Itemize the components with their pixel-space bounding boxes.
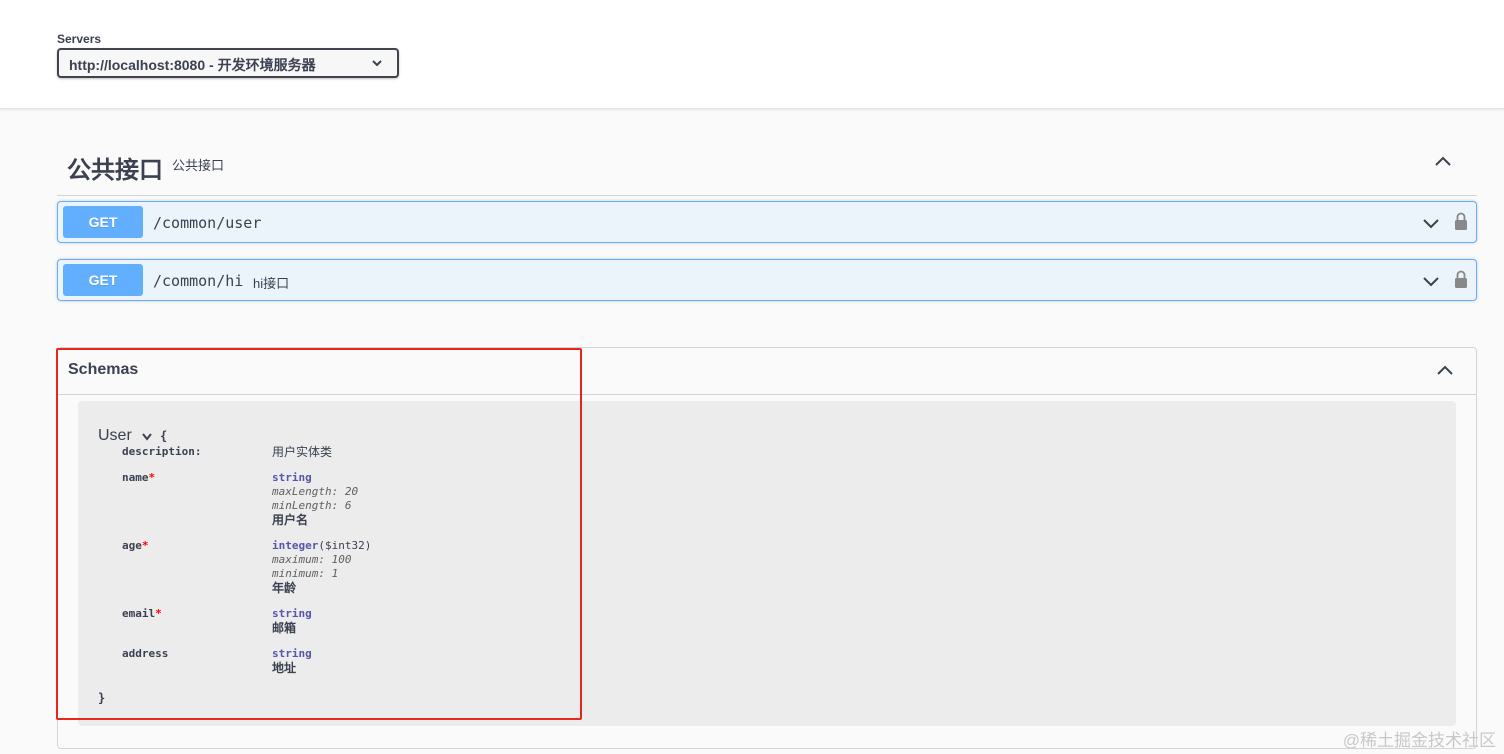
property-value: string 邮箱 <box>272 607 312 635</box>
schemas-section: Schemas User { description: 用户实体类 name* … <box>57 347 1477 749</box>
chevron-down-icon[interactable] <box>1422 274 1440 288</box>
required-marker: * <box>141 539 149 552</box>
property-name: email* <box>122 607 162 620</box>
property-constraint: maximum: 100 <box>272 553 352 566</box>
property-description: 年龄 <box>272 581 297 595</box>
property-description: 用户名 <box>272 513 309 527</box>
property-type: string <box>272 647 312 660</box>
tag-section-header[interactable]: 公共接口 公共接口 <box>57 130 1477 196</box>
property-name: address <box>122 647 169 660</box>
schemas-header[interactable]: Schemas <box>58 348 1476 395</box>
property-value: integer($int32) maximum: 100 minimum: 1 … <box>272 539 371 595</box>
chevron-down-icon <box>372 60 382 67</box>
property-constraint: maxLength: 20 <box>272 485 359 498</box>
property-constraint: minimum: 1 <box>272 567 339 580</box>
property-type: string <box>272 607 312 620</box>
open-brace: { <box>160 429 168 443</box>
model-description: 用户实体类 <box>272 445 333 459</box>
chevron-down-icon[interactable] <box>1422 216 1440 230</box>
property-value: string 地址 <box>272 647 312 675</box>
property-name: age* <box>122 539 149 552</box>
chevron-down-icon[interactable] <box>141 432 153 442</box>
property-type: integer <box>272 539 319 552</box>
operation-path: /common/user <box>153 214 262 232</box>
chevron-up-icon[interactable] <box>1434 154 1452 168</box>
property-name: name* <box>122 471 156 484</box>
operation-get-common-user[interactable]: GET /common/user <box>57 201 1477 243</box>
chevron-up-icon[interactable] <box>1436 363 1454 377</box>
lock-icon[interactable] <box>1454 212 1468 231</box>
tag-description: 公共接口 <box>172 158 225 173</box>
close-brace: } <box>98 691 106 705</box>
required-marker: * <box>148 471 156 484</box>
watermark: @稀土掘金技术社区 <box>1342 731 1496 750</box>
operation-summary: hi接口 <box>253 276 290 291</box>
method-badge: GET <box>63 206 143 238</box>
operation-path: /common/hi <box>153 272 244 290</box>
property-description: 地址 <box>272 661 297 675</box>
description-label: description: <box>122 445 202 458</box>
schemas-title: Schemas <box>68 361 139 378</box>
method-badge: GET <box>63 264 143 296</box>
lock-icon[interactable] <box>1454 270 1468 289</box>
property-value: string maxLength: 20 minLength: 6 用户名 <box>272 471 358 527</box>
model-user: User { description: 用户实体类 name* string m… <box>78 401 1456 726</box>
property-description: 邮箱 <box>272 621 297 635</box>
property-format: ($int32) <box>318 539 372 552</box>
property-type: string <box>272 471 312 484</box>
operation-get-common-hi[interactable]: GET /common/hi hi接口 <box>57 259 1477 301</box>
servers-select[interactable]: http://localhost:8080 - 开发环境服务器 <box>57 48 399 78</box>
property-constraint: minLength: 6 <box>272 499 352 512</box>
model-name[interactable]: User <box>98 427 132 445</box>
servers-select-value: http://localhost:8080 - 开发环境服务器 <box>69 57 316 73</box>
tag-title: 公共接口 <box>67 157 163 184</box>
servers-label: Servers <box>57 32 102 46</box>
required-marker: * <box>155 607 162 620</box>
servers-bar: Servers http://localhost:8080 - 开发环境服务器 <box>0 0 1504 109</box>
